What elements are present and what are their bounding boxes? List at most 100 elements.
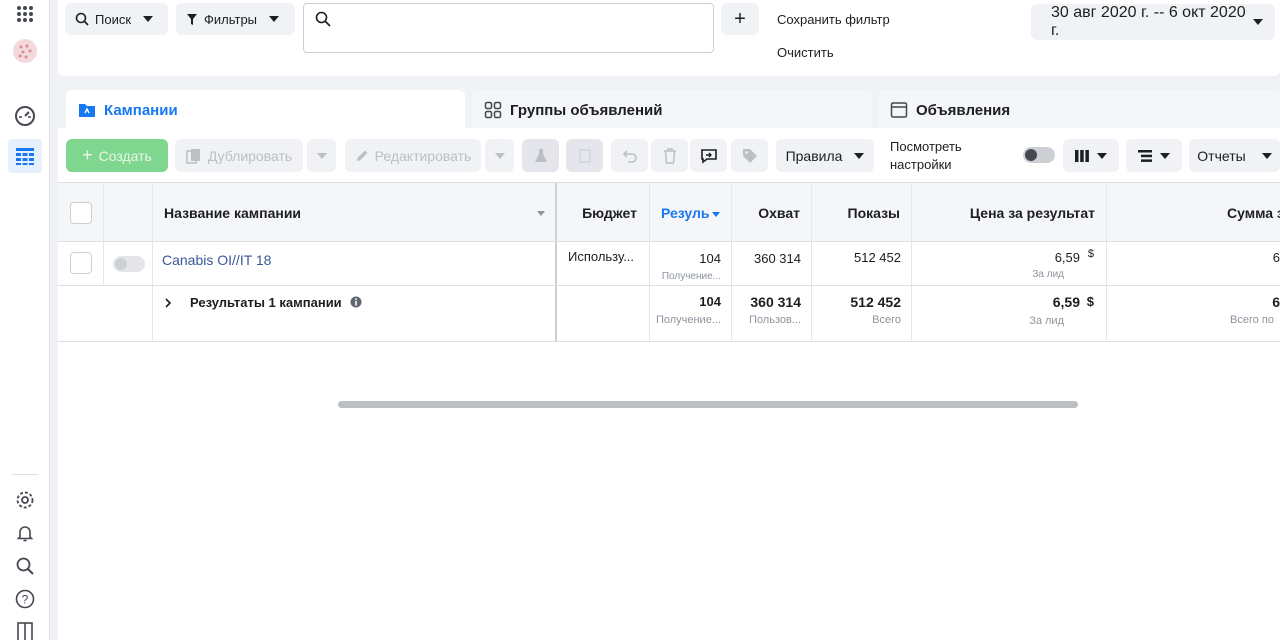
- cost-sub: За лид: [1032, 269, 1064, 280]
- summary-reach-sub: Пользов...: [749, 314, 801, 326]
- tab-campaigns[interactable]: Кампании: [66, 90, 465, 130]
- search-icon[interactable]: [11, 552, 39, 580]
- ab-test-button[interactable]: [522, 139, 559, 172]
- date-range-picker[interactable]: 30 авг 2020 г. -- 6 окт 2020 г.: [1031, 4, 1275, 40]
- columns-icon: [1075, 149, 1089, 162]
- summary-results-cell: 104 Получение...: [650, 286, 732, 341]
- reports-dropdown-button[interactable]: Отчеты: [1189, 139, 1280, 172]
- amount-value: 6: [1272, 250, 1280, 265]
- delete-button[interactable]: [651, 139, 688, 172]
- create-label: Создать: [98, 147, 152, 164]
- help-icon[interactable]: ?: [11, 585, 39, 613]
- summary-budget-cell: [557, 286, 650, 341]
- header-amount-spent[interactable]: Сумма з: [1107, 183, 1280, 241]
- header-budget-label: Бюджет: [582, 205, 637, 221]
- chevron-down-icon: [1253, 19, 1263, 25]
- ads-manager-table-icon[interactable]: [8, 139, 42, 173]
- chevron-down-icon: [143, 16, 154, 22]
- chevron-right-icon[interactable]: [163, 298, 173, 308]
- rules-dropdown-button[interactable]: Правила: [776, 139, 874, 172]
- create-button[interactable]: + Создать: [66, 139, 168, 172]
- view-settings-toggle[interactable]: [1023, 147, 1055, 163]
- toggle-knob: [1025, 149, 1037, 161]
- view-settings-label: Посмотреть настройки: [890, 139, 962, 172]
- date-range-label: 30 авг 2020 г. -- 6 окт 2020 г.: [1051, 4, 1246, 39]
- horizontal-scrollbar[interactable]: [338, 401, 1078, 408]
- summary-amount-sub: Всего по: [1230, 314, 1274, 326]
- plus-icon: +: [734, 7, 746, 30]
- apps-grid-icon[interactable]: [11, 0, 39, 28]
- settings-gear-icon[interactable]: [11, 486, 39, 514]
- tab-campaigns-label: Кампании: [104, 101, 178, 119]
- campaign-folder-icon: [79, 104, 95, 117]
- info-icon[interactable]: [350, 296, 362, 308]
- tag-icon: [742, 148, 757, 163]
- archive-button[interactable]: [566, 139, 603, 172]
- search-dropdown-button[interactable]: Поиск: [65, 3, 168, 35]
- summary-reach-value: 360 314: [750, 294, 801, 310]
- add-filter-button[interactable]: +: [721, 3, 759, 35]
- tag-button[interactable]: [731, 139, 768, 172]
- notifications-bell-icon[interactable]: [11, 519, 39, 547]
- ad-sets-grid-icon: [484, 101, 502, 119]
- search-input[interactable]: [303, 3, 714, 53]
- row-name-cell: Canabis OI//IT 18: [153, 242, 557, 285]
- row-select-cell: [58, 242, 104, 285]
- header-campaign-name[interactable]: Название кампании: [153, 183, 557, 241]
- search-icon: [75, 12, 89, 26]
- flask-icon: [534, 148, 547, 162]
- summary-impressions-sub: Всего: [872, 314, 901, 326]
- chevron-down-icon: [316, 152, 327, 159]
- row-toggle-cell: [104, 242, 153, 285]
- undo-icon: [622, 149, 637, 163]
- filters-dropdown-button[interactable]: Фильтры: [176, 3, 295, 35]
- row-checkbox[interactable]: [70, 252, 92, 274]
- reports-label: Отчеты: [1197, 147, 1246, 164]
- summary-amount-value: 6: [1272, 294, 1280, 310]
- duplicate-button[interactable]: Дублировать: [175, 139, 303, 172]
- rules-label: Правила: [785, 147, 843, 164]
- row-budget-cell: Использу...: [557, 242, 650, 285]
- budget-value: Использу...: [568, 249, 635, 264]
- edit-label: Редактировать: [374, 147, 472, 164]
- document-icon: [578, 148, 591, 163]
- breakdown-dropdown-button[interactable]: [1126, 139, 1182, 172]
- row-reach-cell: 360 314: [732, 242, 812, 285]
- summary-row: Результаты 1 кампании 104 Получение... 3…: [58, 286, 1280, 342]
- clear-link[interactable]: Очистить: [777, 45, 834, 60]
- tab-ad-sets[interactable]: Группы объявлений: [472, 90, 872, 130]
- header-campaign-name-label: Название кампании: [164, 205, 302, 221]
- row-cost-cell: 6,59 $ За лид: [912, 242, 1107, 285]
- header-cost-per-result[interactable]: Цена за результат: [912, 183, 1107, 241]
- save-filter-link[interactable]: Сохранить фильтр: [777, 12, 890, 27]
- select-all-checkbox[interactable]: [70, 202, 92, 224]
- chevron-down-icon: [1160, 152, 1170, 159]
- select-all-cell: [58, 183, 104, 241]
- header-budget[interactable]: Бюджет: [557, 183, 650, 241]
- table-row[interactable]: Canabis OI//IT 18 Использу... 104 Получе…: [58, 242, 1280, 286]
- summary-impressions-cell: 512 452 Всего: [812, 286, 912, 341]
- campaign-name-link[interactable]: Canabis OI//IT 18: [162, 252, 271, 268]
- svg-text:?: ?: [22, 593, 29, 607]
- header-reach[interactable]: Охват: [732, 183, 812, 241]
- preview-button[interactable]: [690, 139, 727, 172]
- columns-dropdown-button[interactable]: [1063, 139, 1119, 172]
- chevron-down-icon: [1261, 152, 1272, 159]
- tab-ads[interactable]: Объявления: [878, 90, 1280, 130]
- duplicate-dropdown-button[interactable]: [307, 139, 336, 172]
- reach-value: 360 314: [754, 251, 801, 266]
- header-results[interactable]: Резуль: [650, 183, 732, 241]
- campaign-on-off-toggle[interactable]: [113, 256, 145, 272]
- header-amount-spent-label: Сумма з: [1227, 205, 1280, 221]
- summary-amount-cell: 6 Всего по: [1107, 286, 1280, 341]
- undo-button[interactable]: [611, 139, 648, 172]
- dashboard-gauge-icon[interactable]: [11, 102, 39, 130]
- avatar[interactable]: [11, 37, 39, 65]
- results-value: 104: [699, 251, 721, 266]
- pencil-icon: [356, 150, 368, 161]
- header-impressions[interactable]: Показы: [812, 183, 912, 241]
- edit-button[interactable]: Редактировать: [345, 139, 481, 172]
- report-panel-icon[interactable]: [11, 617, 39, 640]
- cost-value: 6,59: [1054, 250, 1080, 265]
- edit-dropdown-button[interactable]: [485, 139, 514, 172]
